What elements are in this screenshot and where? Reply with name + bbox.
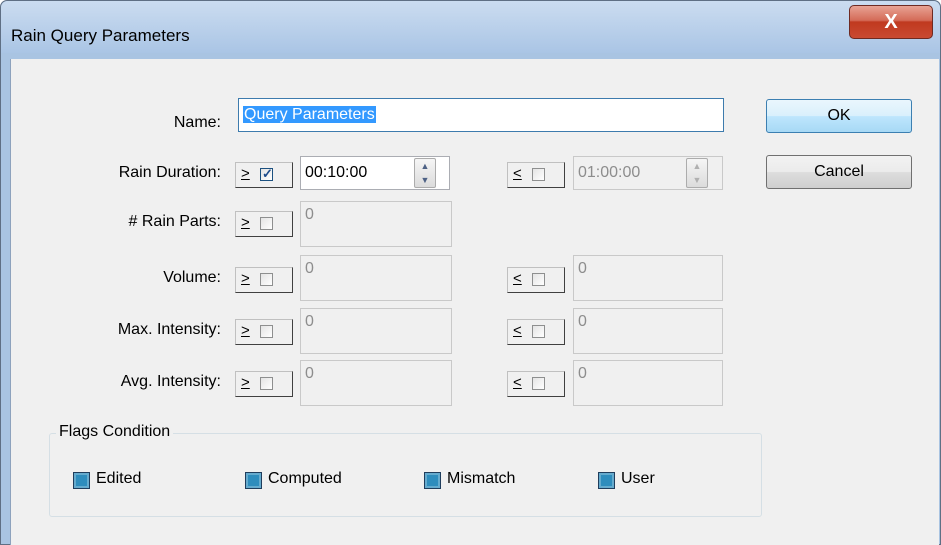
rain-parts-min-checkbox[interactable] [260, 217, 273, 230]
volume-min-toggle[interactable]: > [235, 267, 293, 293]
name-label: Name: [173, 114, 221, 131]
rain-parts-min-toggle[interactable]: > [235, 211, 293, 237]
flags-condition-title: Flags Condition [56, 423, 174, 441]
avg-intensity-label: Avg. Intensity: [120, 373, 221, 390]
rain-duration-max-toggle[interactable]: < [507, 162, 565, 188]
less-than-icon: < [513, 322, 522, 339]
checkmark-icon: ✓ [262, 166, 273, 181]
greater-than-icon: > [241, 165, 250, 182]
max-intensity-min-toggle[interactable]: > [235, 319, 293, 345]
greater-than-icon: > [241, 214, 250, 231]
spin-up-icon: ▲ [692, 161, 702, 171]
max-intensity-max-value: 0 [578, 313, 587, 330]
volume-max-input: 0 [573, 255, 723, 301]
flag-mismatch-checkbox[interactable] [424, 472, 441, 489]
flag-mismatch-label: Mismatch [447, 470, 516, 487]
rain-parts-min-input: 0 [300, 201, 452, 247]
avg-intensity-min-value: 0 [305, 365, 314, 382]
flag-user-label: User [621, 470, 655, 487]
dialog-body: Name: Query Parameters Rain Duration: > … [10, 59, 939, 545]
less-than-icon: < [513, 270, 522, 287]
rain-parts-min-value: 0 [305, 206, 314, 223]
volume-min-checkbox[interactable] [260, 273, 273, 286]
name-input-value: Query Parameters [243, 106, 376, 123]
rain-duration-min-spinner[interactable]: ▲ ▼ [414, 158, 436, 188]
avg-intensity-min-input: 0 [300, 360, 452, 406]
rain-duration-label: Rain Duration: [118, 164, 221, 181]
flag-computed-label: Computed [268, 470, 342, 487]
volume-min-input: 0 [300, 255, 452, 301]
cancel-button[interactable]: Cancel [766, 155, 912, 189]
volume-max-toggle[interactable]: < [507, 267, 565, 293]
flag-edited-label: Edited [96, 470, 142, 487]
flag-user-checkbox[interactable] [598, 472, 615, 489]
window-title: Rain Query Parameters [11, 26, 190, 45]
avg-intensity-min-checkbox[interactable] [260, 377, 273, 390]
volume-max-value: 0 [578, 260, 587, 277]
rain-duration-max-value: 01:00:00 [578, 164, 641, 181]
avg-intensity-max-value: 0 [578, 365, 587, 382]
spin-down-icon[interactable]: ▼ [415, 173, 435, 187]
volume-min-value: 0 [305, 260, 314, 277]
flag-edited-checkbox[interactable] [73, 472, 90, 489]
rain-duration-max-checkbox[interactable] [532, 168, 545, 181]
volume-max-checkbox[interactable] [532, 273, 545, 286]
max-intensity-min-input: 0 [300, 308, 452, 354]
ok-button[interactable]: OK [766, 99, 912, 133]
max-intensity-label: Max. Intensity: [117, 321, 221, 338]
title-bar[interactable]: Rain Query Parameters X [1, 1, 940, 53]
avg-intensity-max-input: 0 [573, 360, 723, 406]
close-button[interactable]: X [849, 5, 933, 39]
greater-than-icon: > [241, 270, 250, 287]
less-than-icon: < [513, 165, 522, 182]
rain-parts-label: # Rain Parts: [128, 213, 221, 230]
max-intensity-max-checkbox[interactable] [532, 325, 545, 338]
flags-condition-group [49, 433, 762, 517]
max-intensity-min-value: 0 [305, 313, 314, 330]
greater-than-icon: > [241, 322, 250, 339]
rain-duration-max-spinner: ▲ ▼ [686, 158, 708, 188]
rain-duration-min-toggle[interactable]: > ✓ [235, 162, 293, 188]
less-than-icon: < [513, 374, 522, 391]
spin-down-icon: ▼ [692, 175, 702, 185]
rain-duration-min-value: 00:10:00 [305, 164, 368, 181]
volume-label: Volume: [163, 269, 221, 286]
name-input[interactable]: Query Parameters [238, 98, 724, 132]
max-intensity-min-checkbox[interactable] [260, 325, 273, 338]
flag-computed-checkbox[interactable] [245, 472, 262, 489]
greater-than-icon: > [241, 374, 250, 391]
avg-intensity-min-toggle[interactable]: > [235, 371, 293, 397]
spin-up-icon[interactable]: ▲ [415, 159, 435, 173]
max-intensity-max-toggle[interactable]: < [507, 319, 565, 345]
max-intensity-max-input: 0 [573, 308, 723, 354]
rain-duration-min-checkbox[interactable]: ✓ [260, 166, 273, 181]
avg-intensity-max-checkbox[interactable] [532, 377, 545, 390]
avg-intensity-max-toggle[interactable]: < [507, 371, 565, 397]
